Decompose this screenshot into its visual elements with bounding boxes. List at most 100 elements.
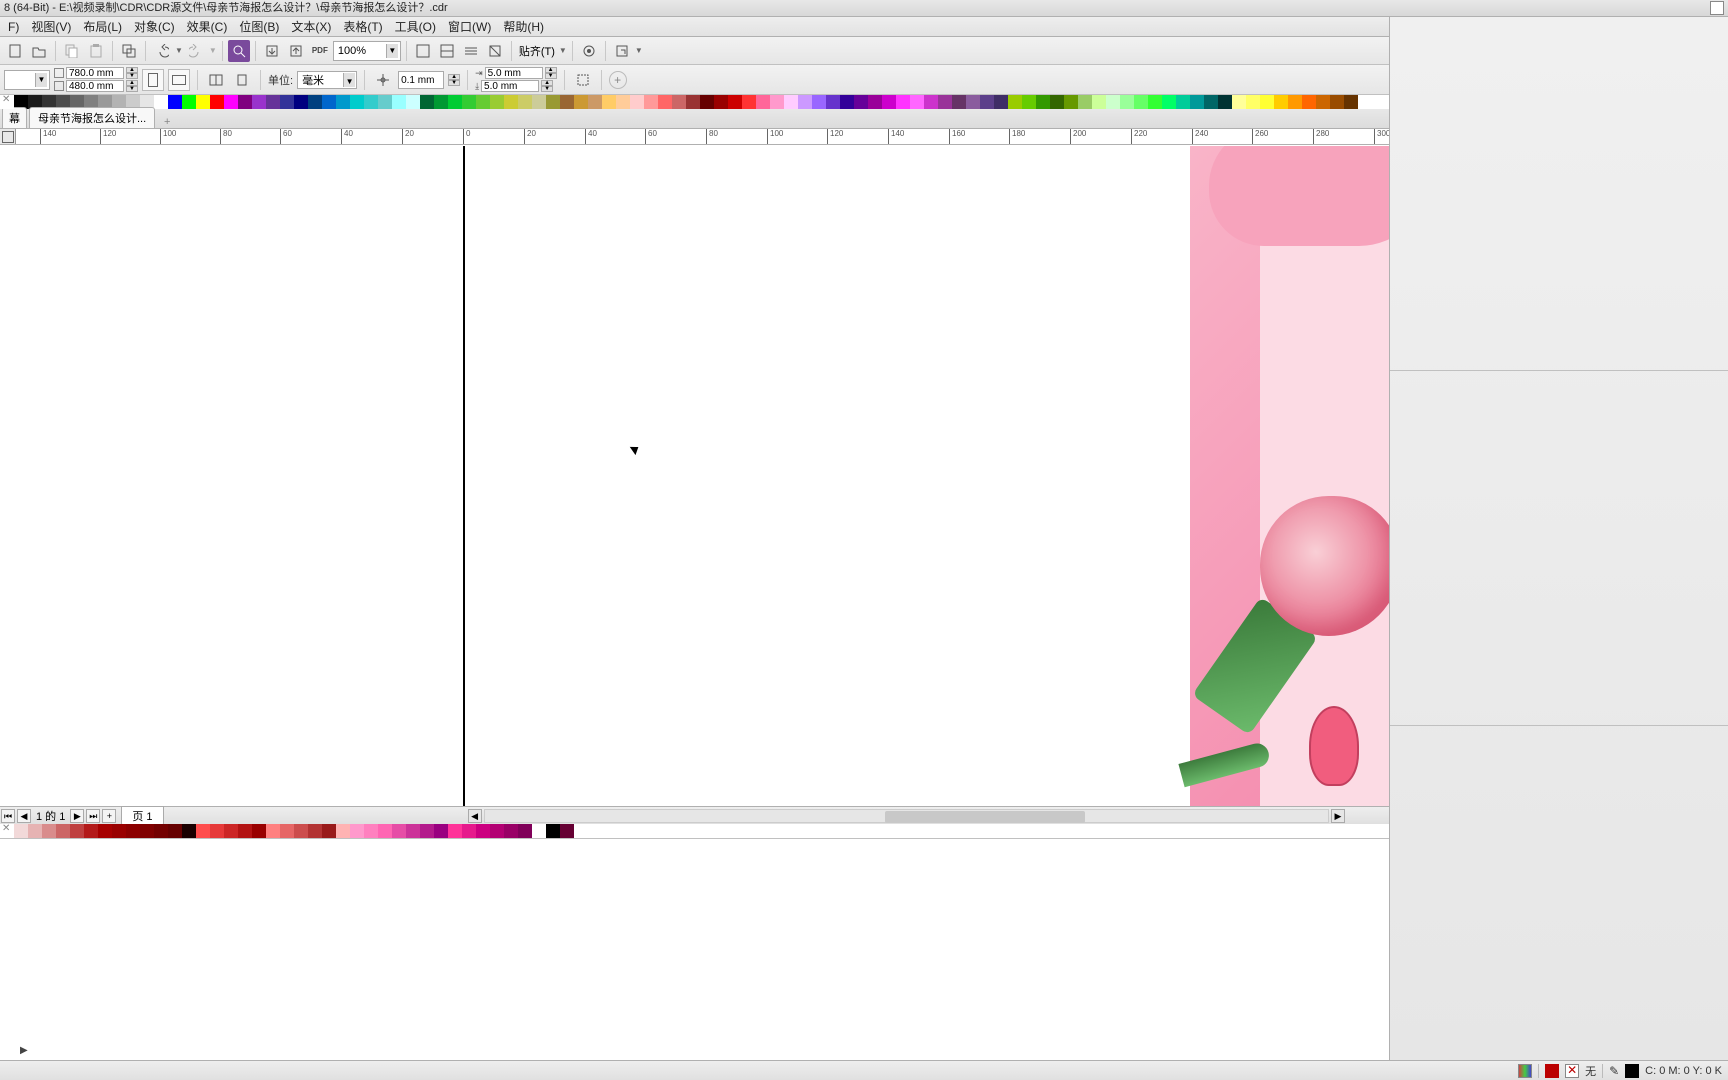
add-page-button[interactable]: + bbox=[102, 809, 116, 823]
color-swatch[interactable] bbox=[1148, 95, 1162, 109]
color-swatch[interactable] bbox=[784, 95, 798, 109]
search-icon[interactable] bbox=[228, 40, 250, 62]
docker-block-2[interactable] bbox=[1390, 371, 1728, 725]
color-swatch[interactable] bbox=[518, 95, 532, 109]
all-pages-icon[interactable] bbox=[205, 69, 227, 91]
show-guides-icon[interactable] bbox=[460, 40, 482, 62]
color-swatch[interactable] bbox=[448, 95, 462, 109]
width-spinners[interactable]: ▲▼ bbox=[126, 67, 138, 79]
page-tab-1[interactable]: 页 1 bbox=[121, 806, 163, 826]
color-swatch[interactable] bbox=[140, 824, 154, 838]
undo-dropdown-icon[interactable]: ▼ bbox=[175, 46, 183, 55]
palette-flyout-icon[interactable]: ▶ bbox=[20, 1045, 28, 1056]
color-swatch[interactable] bbox=[406, 824, 420, 838]
color-swatch[interactable] bbox=[700, 95, 714, 109]
color-swatch[interactable] bbox=[210, 95, 224, 109]
menu-bitmap[interactable]: 位图(B) bbox=[233, 18, 285, 35]
color-swatch[interactable] bbox=[798, 95, 812, 109]
color-swatch[interactable] bbox=[1022, 95, 1036, 109]
color-swatch[interactable] bbox=[742, 95, 756, 109]
welcome-tab[interactable]: 幕 bbox=[2, 107, 27, 128]
color-swatch[interactable] bbox=[168, 95, 182, 109]
color-swatch[interactable] bbox=[588, 95, 602, 109]
color-swatch[interactable] bbox=[980, 95, 994, 109]
color-swatch[interactable] bbox=[1176, 95, 1190, 109]
color-swatch[interactable] bbox=[98, 824, 112, 838]
canvas[interactable] bbox=[0, 146, 1389, 806]
color-swatch[interactable] bbox=[882, 95, 896, 109]
color-swatch[interactable] bbox=[1078, 95, 1092, 109]
color-swatch[interactable] bbox=[462, 824, 476, 838]
color-swatch[interactable] bbox=[196, 824, 210, 838]
color-swatch[interactable] bbox=[462, 95, 476, 109]
nudge-input[interactable]: 0.1 mm bbox=[398, 71, 444, 89]
show-rulers-icon[interactable] bbox=[484, 40, 506, 62]
color-swatch[interactable] bbox=[1316, 95, 1330, 109]
color-swatch[interactable] bbox=[476, 95, 490, 109]
dup-x-input[interactable]: 5.0 mm bbox=[485, 67, 543, 79]
last-page-button[interactable]: ⏭ bbox=[86, 809, 100, 823]
color-swatch[interactable] bbox=[308, 824, 322, 838]
color-swatch[interactable] bbox=[952, 95, 966, 109]
color-swatch[interactable] bbox=[1008, 95, 1022, 109]
color-swatch[interactable] bbox=[812, 95, 826, 109]
color-swatch[interactable] bbox=[126, 824, 140, 838]
paste-icon[interactable] bbox=[85, 40, 107, 62]
color-palette-bottom[interactable] bbox=[0, 824, 1389, 838]
color-swatch[interactable] bbox=[1162, 95, 1176, 109]
color-swatch[interactable] bbox=[294, 95, 308, 109]
color-swatch[interactable] bbox=[112, 824, 126, 838]
next-page-button[interactable]: ▶ bbox=[70, 809, 84, 823]
document-tab[interactable]: 母亲节海报怎么设计... bbox=[29, 107, 155, 128]
color-swatch[interactable] bbox=[1274, 95, 1288, 109]
show-grid-icon[interactable] bbox=[436, 40, 458, 62]
docker-block-3[interactable] bbox=[1390, 726, 1728, 1080]
color-swatch[interactable] bbox=[560, 824, 574, 838]
fill-bucket-icon[interactable] bbox=[1545, 1064, 1559, 1078]
page-width-input[interactable]: 780.0 mm bbox=[66, 67, 124, 79]
menu-file[interactable]: F) bbox=[2, 20, 25, 34]
color-swatch[interactable] bbox=[252, 824, 266, 838]
dup-x-spinners[interactable]: ▲▼ bbox=[545, 67, 557, 79]
menu-object[interactable]: 对象(C) bbox=[128, 18, 181, 35]
color-swatch[interactable] bbox=[364, 824, 378, 838]
color-swatch[interactable] bbox=[630, 95, 644, 109]
color-swatch[interactable] bbox=[378, 824, 392, 838]
scroll-thumb[interactable] bbox=[885, 811, 1085, 823]
color-swatch[interactable] bbox=[966, 95, 980, 109]
color-swatch[interactable] bbox=[658, 95, 672, 109]
color-swatch[interactable] bbox=[1120, 95, 1134, 109]
color-swatch[interactable] bbox=[56, 824, 70, 838]
color-swatch[interactable] bbox=[322, 824, 336, 838]
color-swatch[interactable] bbox=[532, 95, 546, 109]
color-swatch[interactable] bbox=[420, 824, 434, 838]
color-swatch[interactable] bbox=[280, 95, 294, 109]
menu-effects[interactable]: 效果(C) bbox=[181, 18, 234, 35]
color-swatch[interactable] bbox=[224, 95, 238, 109]
color-swatch[interactable] bbox=[574, 95, 588, 109]
color-swatch[interactable] bbox=[490, 824, 504, 838]
color-swatch[interactable] bbox=[714, 95, 728, 109]
color-swatch[interactable] bbox=[350, 824, 364, 838]
page-height-input[interactable]: 480.0 mm bbox=[66, 80, 124, 92]
color-swatch[interactable] bbox=[1246, 95, 1260, 109]
add-tab-button[interactable]: + bbox=[159, 116, 175, 128]
color-swatch[interactable] bbox=[546, 824, 560, 838]
color-swatch[interactable] bbox=[252, 95, 266, 109]
menu-layout[interactable]: 布局(L) bbox=[77, 18, 128, 35]
color-swatch[interactable] bbox=[1134, 95, 1148, 109]
color-swatch[interactable] bbox=[308, 95, 322, 109]
snap-label[interactable]: 贴齐(T) bbox=[517, 43, 557, 59]
color-swatch[interactable] bbox=[1288, 95, 1302, 109]
color-swatch[interactable] bbox=[1106, 95, 1120, 109]
color-swatch[interactable] bbox=[1232, 95, 1246, 109]
color-swatch[interactable] bbox=[476, 824, 490, 838]
scroll-left-button[interactable]: ◀ bbox=[468, 809, 482, 823]
color-swatch[interactable] bbox=[84, 824, 98, 838]
height-spinners[interactable]: ▲▼ bbox=[126, 80, 138, 92]
color-proof-icon[interactable] bbox=[1518, 1064, 1532, 1078]
color-swatch[interactable] bbox=[196, 95, 210, 109]
color-swatch[interactable] bbox=[378, 95, 392, 109]
launch-icon[interactable] bbox=[611, 40, 633, 62]
page-size-combo[interactable]: ▼ bbox=[4, 70, 50, 90]
